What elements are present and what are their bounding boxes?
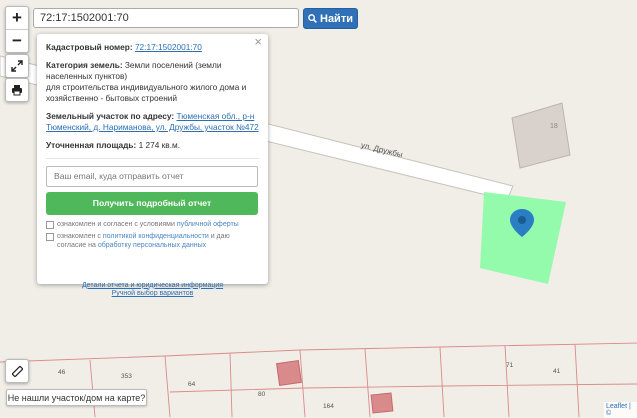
svg-text:41: 41 [553, 368, 561, 375]
parcel-info-popup: × Кадастровый номер: 72:17:1502001:70 Ка… [37, 34, 268, 297]
expand-icon [11, 60, 23, 72]
popup-footer-links: Детали отчета и юридическая информация Р… [46, 282, 259, 299]
svg-text:46: 46 [58, 369, 66, 376]
search-button[interactable]: Найти [303, 8, 358, 29]
building-bottom-1 [276, 360, 302, 386]
print-button[interactable] [5, 78, 29, 102]
address-label: Земельный участок по адресу: [46, 111, 175, 121]
close-icon[interactable]: × [254, 35, 262, 48]
cadastral-row: Кадастровый номер: 72:17:1502001:70 [46, 42, 259, 53]
category-row: Категория земель: Земли поселений (земли… [46, 60, 259, 104]
offer-text: ознакомлен и согласен с условиями [57, 221, 175, 228]
svg-text:80: 80 [258, 391, 266, 398]
area-value: 1 274 кв.м. [138, 140, 181, 150]
building-number: 18 [550, 123, 558, 130]
search-button-label: Найти [320, 12, 353, 25]
privacy-consent: ознакомлен с политикой конфиденциальност… [46, 232, 259, 251]
area-row: Уточненная площадь: 1 274 кв.м. [46, 140, 259, 159]
offer-link[interactable]: публичной оферты [177, 221, 239, 228]
fullscreen-button[interactable] [5, 54, 29, 78]
area-label: Уточненная площадь: [46, 140, 137, 150]
svg-text:71: 71 [506, 362, 514, 369]
map-attribution[interactable]: Leaflet | © [604, 402, 637, 418]
zoom-control: + − [5, 6, 29, 53]
category-label: Категория земель: [46, 60, 123, 70]
get-report-button[interactable]: Получить подробный отчет [46, 192, 258, 215]
privacy-policy-link[interactable]: политикой конфиденциальности [103, 233, 209, 240]
cadastral-number-link[interactable]: 72:17:1502001:70 [135, 42, 202, 52]
printer-icon [12, 85, 22, 96]
manual-choice-link[interactable]: Ручной выбор вариантов [46, 290, 259, 299]
not-found-button[interactable]: Не нашли участок/дом на карте? [6, 389, 147, 406]
svg-text:64: 64 [188, 381, 196, 388]
search-icon [308, 14, 317, 23]
svg-text:353: 353 [121, 373, 132, 380]
details-link[interactable]: Детали отчета и юридическая информация [46, 282, 259, 291]
email-field[interactable]: Ваш email, куда отправить отчет [46, 166, 258, 187]
privacy-checkbox[interactable] [46, 232, 54, 241]
search-input[interactable] [33, 8, 299, 28]
svg-text:164: 164 [323, 403, 334, 410]
zoom-out-button[interactable]: − [6, 29, 28, 52]
category-use: для строительства индивидуального жилого… [46, 82, 247, 103]
building-bottom-2 [370, 392, 394, 414]
offer-checkbox[interactable] [46, 221, 54, 229]
address-row: Земельный участок по адресу: Тюменская о… [46, 111, 259, 133]
measure-button[interactable] [5, 359, 29, 383]
ruler-icon [11, 365, 23, 377]
cadastral-label: Кадастровый номер: [46, 42, 133, 52]
offer-consent: ознакомлен и согласен с условиями публич… [46, 220, 259, 230]
zoom-in-button[interactable]: + [6, 7, 28, 29]
privacy-text: ознакомлен с [57, 232, 101, 240]
personal-data-link[interactable]: обработку персональных данных [98, 242, 206, 249]
